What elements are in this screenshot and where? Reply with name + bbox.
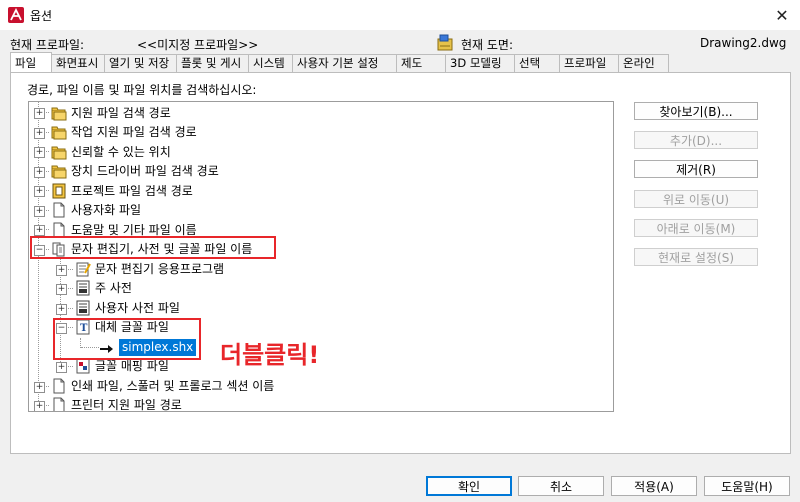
drawing-icon [437,34,453,51]
tree-item-label: 프린터 지원 파일 경로 [71,398,182,412]
close-button[interactable]: ✕ [764,0,800,30]
expand-button[interactable]: + [34,147,45,158]
tab-user-preferences[interactable]: 사용자 기본 설정 [292,54,397,72]
project-icon [52,183,66,198]
tree-item-label: 신뢰할 수 있는 위치 [71,145,171,159]
tab-plot-publish[interactable]: 플롯 및 게시 [176,54,249,72]
tree-item[interactable]: 작업 지원 파일 검색 경로 [51,122,197,141]
tree-item-label: 사용자 사전 파일 [95,301,180,315]
tree-item-label: 사용자화 파일 [71,203,142,217]
apply-button[interactable]: 적용(A) [611,476,697,496]
tree-item[interactable]: 사용자화 파일 [51,200,141,219]
tree-item[interactable]: 신뢰할 수 있는 위치 [51,142,171,161]
tab-open-save[interactable]: 열기 및 저장 [104,54,177,72]
expand-button[interactable]: + [34,225,45,236]
tree-item-label: 장치 드라이버 파일 검색 경로 [71,164,219,178]
tree-item[interactable]: 지원 파일 검색 경로 [51,103,171,122]
tree-item[interactable]: 프로젝트 파일 검색 경로 [51,181,193,200]
tree-item[interactable]: 프린터 지원 파일 경로 [51,395,182,412]
tree-item-label: 문자 편집기 응용프로그램 [95,262,225,276]
expand-button[interactable]: + [34,186,45,197]
expand-button[interactable]: + [34,128,45,139]
tab-files[interactable]: 파일 [10,52,52,72]
tab-display[interactable]: 화면표시 [51,54,105,72]
tree-item[interactable]: 문자 편집기 응용프로그램 [75,259,224,278]
title-bar [0,0,800,30]
folder-stack-icon [51,146,67,159]
tree-item-label: 지원 파일 검색 경로 [71,106,171,120]
tree-item-label: 프로젝트 파일 검색 경로 [71,184,193,198]
tree-item[interactable]: 주 사전 [75,278,132,297]
tree-item-label: 주 사전 [95,281,132,295]
tree-caption: 경로, 파일 이름 및 파일 위치를 검색하십시오: [27,83,257,97]
window-title: 옵션 [30,9,53,23]
folder-stack-icon [51,107,67,120]
highlight-box-substitute-font [53,318,201,360]
file-icon [53,202,65,217]
expand-button[interactable]: + [56,265,67,276]
dictionary-icon [76,300,90,315]
autocad-app-icon [8,7,24,23]
move-up-button[interactable]: 위로 이동(U) [634,190,758,208]
tree-item[interactable]: 사용자 사전 파일 [75,298,180,317]
expand-button[interactable]: + [34,401,45,411]
ok-button[interactable]: 확인 [426,476,512,496]
add-button[interactable]: 추가(D)... [634,131,758,149]
file-icon [53,378,65,393]
browse-button[interactable]: 찾아보기(B)... [634,102,758,120]
tab-selection[interactable]: 선택 [514,54,560,72]
tab-profiles[interactable]: 프로파일 [559,54,619,72]
remove-button[interactable]: 제거(R) [634,160,758,178]
tree-item[interactable]: 장치 드라이버 파일 검색 경로 [51,161,219,180]
folder-stack-icon [51,165,67,178]
expand-button[interactable]: + [34,382,45,393]
current-drawing-value: Drawing2.dwg [700,36,787,50]
expand-button[interactable]: + [34,108,45,119]
double-click-annotation: 더블클릭! [220,341,320,369]
current-profile-value: <<미지정 프로파일>> [137,38,259,52]
tab-system[interactable]: 시스템 [248,54,293,72]
text-editor-icon [76,262,91,276]
expand-button[interactable]: + [34,206,45,217]
tree-item[interactable]: 인쇄 파일, 스풀러 및 프롤로그 섹션 이름 [51,376,274,395]
current-drawing-label: 현재 도면: [461,38,514,52]
tree-item-label: 작업 지원 파일 검색 경로 [71,125,197,139]
expand-button[interactable]: + [56,304,67,315]
help-button[interactable]: 도움말(H) [704,476,790,496]
highlight-box-text-editor [30,236,276,259]
folder-stack-icon [51,126,67,139]
cancel-button[interactable]: 취소 [518,476,604,496]
current-profile-label: 현재 프로파일: [10,38,85,52]
expand-button[interactable]: + [34,167,45,178]
tab-strip: 파일 화면표시 열기 및 저장 플롯 및 게시 시스템 사용자 기본 설정 제도… [10,52,669,72]
close-icon: ✕ [775,5,789,25]
tab-drafting[interactable]: 제도 [396,54,446,72]
dictionary-icon [76,280,90,295]
expand-button[interactable]: + [56,362,67,373]
expand-button[interactable]: + [56,284,67,295]
set-current-button[interactable]: 현재로 설정(S) [634,248,758,266]
file-icon [53,397,65,411]
move-down-button[interactable]: 아래로 이동(M) [634,219,758,237]
tree-item-label: 인쇄 파일, 스풀러 및 프롤로그 섹션 이름 [71,379,275,393]
tab-3d-modeling[interactable]: 3D 모델링 [445,54,515,72]
tab-online[interactable]: 온라인 [618,54,669,72]
